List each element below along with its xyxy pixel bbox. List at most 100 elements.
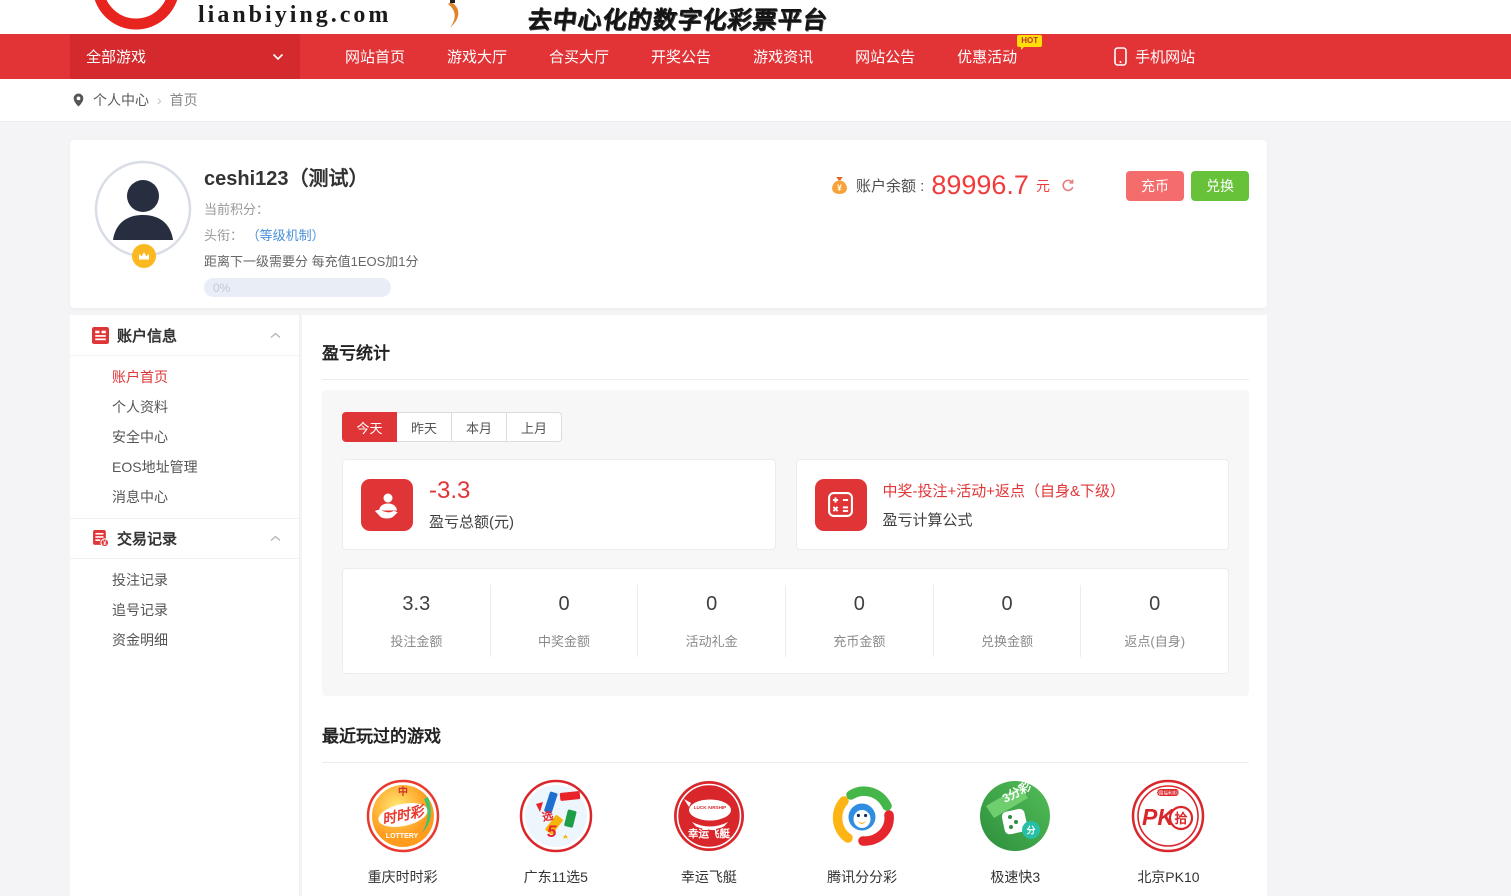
nav-item-game-hall[interactable]: 游戏大厅	[426, 34, 528, 79]
tab-today[interactable]: 今天	[342, 412, 397, 442]
calculator-icon	[815, 479, 867, 531]
hot-badge: HOT	[1017, 35, 1042, 47]
game-speed-k3[interactable]: 3分彩 分 极速快3	[939, 779, 1092, 887]
profit-loss-title: 盈亏统计	[322, 339, 1249, 380]
avatar[interactable]	[94, 160, 192, 258]
sidebar-item-account-home[interactable]: 账户首页	[70, 362, 299, 392]
profile-info: ceshi123（测试） 当前积分： 头衔： （等级机制） 距离下一级需要分 每…	[204, 162, 419, 297]
main-nav: 全部游戏 网站首页 游戏大厅 合买大厅 开奖公告 游戏资讯 网站公告 优惠活动 …	[0, 34, 1511, 79]
profile-card: ceshi123（测试） 当前积分： 头衔： （等级机制） 距离下一级需要分 每…	[70, 140, 1267, 308]
svg-text:分: 分	[1027, 825, 1036, 836]
balance-group: ¥ 账户余额 : 89996.7 元	[830, 170, 1076, 201]
sidebar-item-chase-records[interactable]: 追号记录	[70, 595, 299, 625]
balance-value: 89996.7	[931, 170, 1029, 201]
profit-total-card: -3.3 盈亏总额(元)	[342, 459, 776, 550]
profile-actions: 充币 兑换	[1126, 171, 1249, 201]
svg-text:¥: ¥	[837, 182, 842, 192]
stat-bet-amount: 3.3 投注金额	[343, 585, 491, 657]
svg-text:LUCK AIRSHIP: LUCK AIRSHIP	[694, 805, 727, 810]
account-info-icon	[92, 327, 109, 344]
stat-exchange-amount: 0 兑换金额	[934, 585, 1082, 657]
beijing-pk10-logo: 中国福利彩票 PK 拾	[1131, 779, 1205, 853]
sidebar-item-eos-address[interactable]: EOS地址管理	[70, 452, 299, 482]
site-header: lianbiying.com 去中心化的数字化彩票平台	[0, 0, 1511, 34]
gd-11x5-logo: 选 5	[519, 779, 593, 853]
game-lucky-airship[interactable]: LUCK AIRSHIP 幸运飞艇 幸运飞艇	[632, 779, 785, 887]
refresh-balance-icon[interactable]	[1060, 178, 1076, 194]
all-games-label: 全部游戏	[86, 46, 146, 67]
nav-item-promotions[interactable]: 优惠活动 HOT	[936, 34, 1038, 79]
nav-item-game-news[interactable]: 游戏资讯	[732, 34, 834, 79]
svg-text:拾: 拾	[1175, 811, 1188, 826]
sidebar-item-fund-details[interactable]: 资金明细	[70, 625, 299, 655]
tab-this-month[interactable]: 本月	[452, 412, 507, 442]
speed-k3-logo: 3分彩 分	[978, 779, 1052, 853]
tab-last-month[interactable]: 上月	[507, 412, 562, 442]
balance-label: 账户余额 :	[856, 175, 924, 196]
stats-row: 3.3 投注金额 0 中奖金额 0 活动礼金 0 充币金额	[342, 568, 1229, 674]
chevron-down-icon	[272, 53, 284, 61]
lucky-airship-logo: LUCK AIRSHIP 幸运飞艇	[672, 779, 746, 853]
profit-formula-value: 中奖-投注+活动+返点（自身&下级）	[883, 480, 1126, 501]
points-line: 当前积分：	[204, 199, 419, 218]
cqssc-lottery-logo: 时时彩 LOTTERY 中	[366, 779, 440, 853]
tencent-ffc-logo	[825, 779, 899, 853]
profit-total-text: -3.3 盈亏总额(元)	[429, 477, 514, 532]
breadcrumb-personal-center[interactable]: 个人中心	[93, 90, 149, 110]
page: lianbiying.com 去中心化的数字化彩票平台 全部游戏 网站首页 游戏…	[0, 0, 1511, 896]
sidebar: 账户信息 账户首页 个人资料 安全中心 EOS地址管理 消息中心	[70, 315, 300, 896]
hand-holding-user-icon	[361, 479, 413, 531]
profit-formula-label: 盈亏计算公式	[883, 509, 1126, 530]
breadcrumb-separator: ›	[157, 92, 162, 108]
recharge-button[interactable]: 充币	[1126, 171, 1184, 201]
profit-formula-card: 中奖-投注+活动+返点（自身&下级） 盈亏计算公式	[796, 459, 1230, 550]
sidebar-item-bet-records[interactable]: 投注记录	[70, 565, 299, 595]
all-games-dropdown[interactable]: 全部游戏	[70, 34, 300, 79]
mobile-site-link[interactable]: 手机网站	[1114, 34, 1195, 79]
sidebar-section-account-info[interactable]: 账户信息	[70, 315, 299, 356]
nav-item-group-buy[interactable]: 合买大厅	[528, 34, 630, 79]
location-pin-icon	[72, 92, 85, 108]
mobile-site-label: 手机网站	[1135, 46, 1195, 67]
nav-item-lottery-results[interactable]: 开奖公告	[630, 34, 732, 79]
game-gd11x5[interactable]: 选 5 广东11选5	[479, 779, 632, 887]
tab-yesterday[interactable]: 昨天	[397, 412, 452, 442]
nav-items: 网站首页 游戏大厅 合买大厅 开奖公告 游戏资讯 网站公告 优惠活动 HOT	[324, 34, 1038, 79]
level-crown-badge	[132, 244, 156, 268]
level-mechanism-link[interactable]: （等级机制）	[247, 228, 325, 243]
nav-item-site-notice[interactable]: 网站公告	[834, 34, 936, 79]
stat-rebate-self: 0 返点(自身)	[1081, 585, 1228, 657]
svg-text:中国福利彩票: 中国福利彩票	[1155, 790, 1183, 797]
stat-recharge-amount: 0 充币金额	[786, 585, 934, 657]
progress-percent: 0%	[213, 281, 230, 295]
chevron-up-icon	[270, 332, 281, 339]
exchange-button[interactable]: 兑换	[1191, 171, 1249, 201]
summary-cards: -3.3 盈亏总额(元)	[342, 459, 1229, 550]
game-tencent-ffc[interactable]: 腾讯分分彩	[786, 779, 939, 887]
period-tabs: 今天 昨天 本月 上月	[342, 412, 1229, 442]
upgrade-hint: 距离下一级需要分 每充值1EOS加1分	[204, 251, 419, 270]
recent-games-title: 最近玩过的游戏	[322, 722, 1249, 763]
sidebar-item-security-center[interactable]: 安全中心	[70, 422, 299, 452]
phone-icon	[1114, 47, 1127, 66]
brand-logo-icon	[84, 0, 188, 34]
profit-total-label: 盈亏总额(元)	[429, 511, 514, 532]
flourish-icon	[444, 0, 464, 30]
username: ceshi123（测试）	[204, 162, 419, 191]
sidebar-items-account: 账户首页 个人资料 安全中心 EOS地址管理 消息中心	[70, 356, 299, 518]
nav-item-home[interactable]: 网站首页	[324, 34, 426, 79]
money-bag-icon: ¥	[830, 176, 849, 195]
level-progress-bar: 0%	[204, 278, 391, 297]
game-cqssc[interactable]: 时时彩 LOTTERY 中 重庆时时彩	[326, 779, 479, 887]
game-beijing-pk10[interactable]: 中国福利彩票 PK 拾 北京PK10	[1092, 779, 1245, 887]
stat-win-amount: 0 中奖金额	[491, 585, 639, 657]
main-panel: 盈亏统计 今天 昨天 本月 上月	[302, 315, 1267, 896]
stat-activity-bonus: 0 活动礼金	[638, 585, 786, 657]
title-label: 头衔：	[204, 228, 243, 243]
transaction-record-icon: ¥	[92, 530, 109, 547]
content-body: 账户信息 账户首页 个人资料 安全中心 EOS地址管理 消息中心	[70, 315, 1267, 896]
sidebar-item-message-center[interactable]: 消息中心	[70, 482, 299, 512]
sidebar-item-personal-profile[interactable]: 个人资料	[70, 392, 299, 422]
profit-loss-panel: 今天 昨天 本月 上月	[322, 390, 1249, 696]
sidebar-section-transactions[interactable]: ¥ 交易记录	[70, 518, 299, 559]
